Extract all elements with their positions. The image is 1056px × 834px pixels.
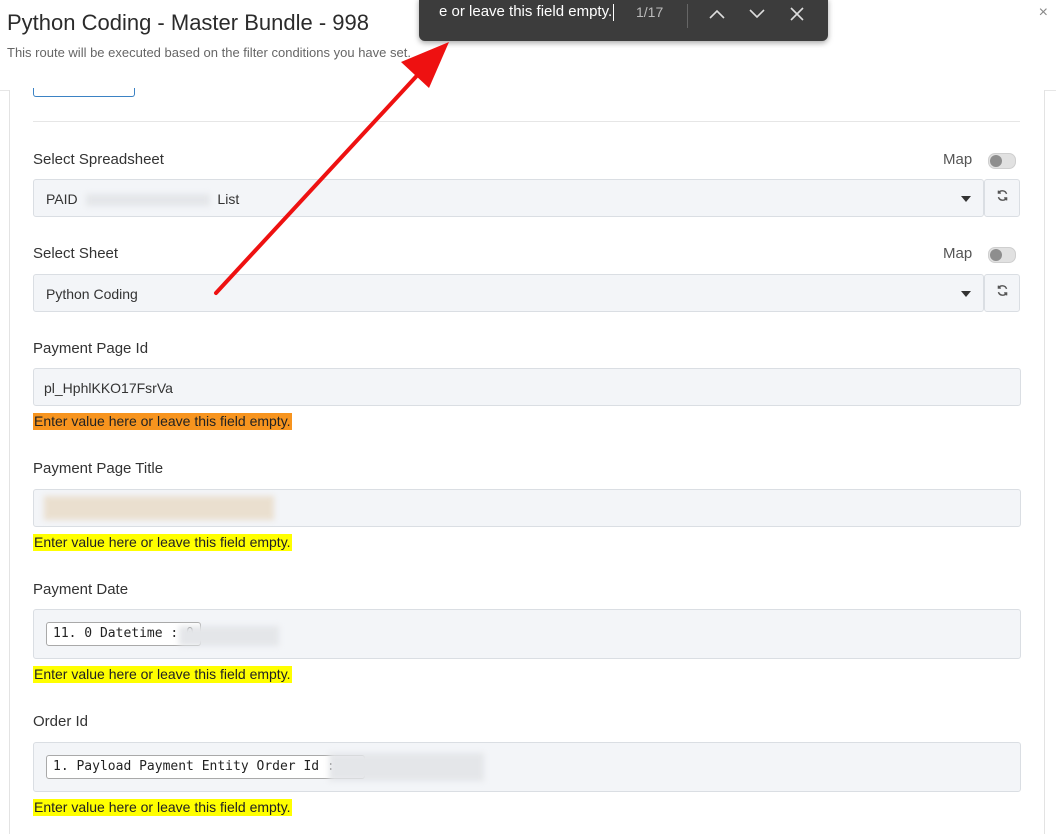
payment-page-id-hint: Enter value here or leave this field emp… [33,413,292,430]
spreadsheet-select[interactable]: PAID List [33,179,984,217]
redacted-text [85,194,210,207]
sheet-map-label: Map [943,245,973,262]
page-title: Python Coding - Master Bundle - 998 [7,10,369,35]
redacted-text [329,753,484,781]
payment-date-hint: Enter value here or leave this field emp… [33,666,292,683]
chevron-down-icon[interactable] [743,2,771,26]
redacted-text [44,496,274,520]
payment-page-id-value: pl_HphlKKO17FsrVa [44,380,173,396]
sheet-value: Python Coding [46,286,138,302]
find-bar: e or leave this field empty. 1/17 [419,0,828,41]
text-caret [613,3,615,21]
payment-page-title-input[interactable] [33,489,1021,527]
sheet-select[interactable]: Python Coding [33,274,984,312]
sheet-label: Select Sheet [33,245,119,262]
refresh-icon [996,189,1009,207]
close-icon[interactable] [783,2,811,26]
find-input[interactable]: e or leave this field empty. [439,3,615,21]
divider [33,121,1020,122]
close-icon[interactable]: × [1039,4,1048,22]
spreadsheet-refresh-button[interactable] [984,179,1020,217]
payment-page-title-hint: Enter value here or leave this field emp… [33,534,292,551]
chevron-up-icon[interactable] [703,2,731,26]
order-id-input[interactable]: 1. Payload Payment Entity Order Id : or [33,742,1021,792]
spreadsheet-map-toggle[interactable] [988,153,1016,169]
spreadsheet-value: PAID List [46,191,240,207]
payment-page-id-input[interactable]: pl_HphlKKO17FsrVa [33,368,1021,406]
spreadsheet-map-label: Map [943,151,973,168]
page-subtitle: This route will be executed based on the… [7,45,411,60]
form-panel: Select Spreadsheet Map PAID List Select … [9,88,1045,834]
payment-date-input[interactable]: 11. 0 Datetime : 0 [33,609,1021,659]
refresh-icon [996,284,1009,302]
chevron-down-icon [961,291,971,297]
payment-date-chip[interactable]: 11. 0 Datetime : 0 [46,622,201,646]
spreadsheet-label: Select Spreadsheet [33,151,164,168]
order-id-chip[interactable]: 1. Payload Payment Entity Order Id : or [46,755,366,779]
chevron-down-icon [961,196,971,202]
payment-date-label: Payment Date [33,581,129,598]
redacted-text [179,626,279,646]
payment-page-id-label: Payment Page Id [33,340,149,357]
sheet-refresh-button[interactable] [984,274,1020,312]
find-separator [687,4,688,28]
order-id-hint: Enter value here or leave this field emp… [33,799,292,816]
order-id-label: Order Id [33,713,89,730]
partial-button[interactable] [33,88,135,97]
find-query: e or leave this field empty. [439,3,613,20]
find-match-count: 1/17 [636,4,664,20]
payment-page-title-label: Payment Page Title [33,460,164,477]
sheet-map-toggle[interactable] [988,247,1016,263]
